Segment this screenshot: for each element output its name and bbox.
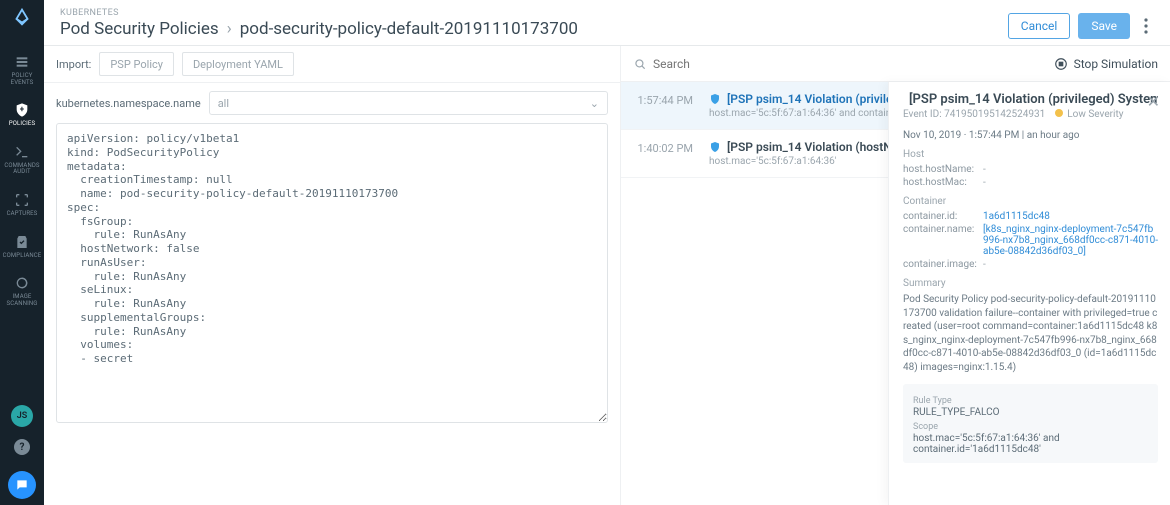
nav-label: POLICY EVENTS	[0, 73, 44, 86]
more-menu-button[interactable]	[1138, 13, 1154, 39]
import-label: Import:	[56, 58, 91, 71]
nav-label: IMAGE SCANNING	[0, 294, 44, 307]
import-row: Import: PSP Policy Deployment YAML	[44, 46, 620, 83]
events-pane: Stop Simulation 1:57:44 PM [PSP psim_14 …	[621, 46, 1170, 505]
help-button[interactable]: ?	[0, 433, 44, 461]
event-time: 1:40:02 PM	[621, 140, 709, 167]
chevron-down-icon: ⌄	[590, 97, 599, 110]
severity-label: Low Severity	[1067, 109, 1123, 120]
import-psp-button[interactable]: PSP Policy	[99, 52, 174, 76]
events-search[interactable]	[633, 52, 1044, 76]
chevron-right-icon: ›	[227, 19, 232, 39]
content-area: KUBERNETES Pod Security Policies › pod-s…	[44, 0, 1170, 505]
section-heading-host: Host	[903, 149, 1158, 160]
nav-label: COMPLIANCE	[3, 253, 42, 260]
detail-title: [PSP psim_14 Violation (privileged) Syst…	[909, 92, 1158, 107]
detail-timestamp: Nov 10, 2019 · 1:57:44 PM | an hour ago	[903, 130, 1158, 141]
stop-icon	[1054, 57, 1068, 71]
event-id: 741950195142524931	[944, 109, 1045, 120]
nav-image-scanning[interactable]: IMAGE SCANNING	[0, 267, 44, 315]
event-time: 1:57:44 PM	[621, 92, 709, 119]
event-id-label: Event ID:	[903, 109, 942, 120]
severity-dot-icon	[1055, 109, 1063, 117]
rule-box: Rule Type RULE_TYPE_FALCO Scope host.mac…	[903, 384, 1158, 463]
breadcrumb: Pod Security Policies › pod-security-pol…	[60, 19, 578, 39]
import-deployment-yaml-button[interactable]: Deployment YAML	[182, 52, 294, 76]
events-toolbar: Stop Simulation	[621, 46, 1170, 82]
namespace-select[interactable]: all ⌄	[209, 91, 608, 115]
chat-launcher[interactable]	[0, 461, 44, 505]
nav-commands-audit[interactable]: COMMANDS AUDIT	[0, 136, 44, 184]
app-sidebar: POLICY EVENTS + POLICIES COMMANDS AUDIT …	[0, 0, 44, 505]
nav-captures[interactable]: CAPTURES	[0, 184, 44, 226]
cancel-button[interactable]: Cancel	[1008, 13, 1071, 39]
summary-text: Pod Security Policy pod-security-policy-…	[903, 293, 1158, 374]
kv-row: container.id:1a6d1115dc48	[903, 211, 1158, 222]
svg-text:+: +	[20, 105, 25, 114]
save-button[interactable]: Save	[1078, 13, 1130, 39]
avatar-initials: JS	[11, 405, 33, 427]
help-icon: ?	[14, 439, 30, 455]
shield-icon	[709, 141, 721, 153]
search-input[interactable]	[653, 57, 1044, 71]
kv-row: container.image:-	[903, 259, 1158, 270]
shield-icon	[709, 93, 721, 105]
nav-label: COMMANDS AUDIT	[0, 163, 44, 176]
scope-heading: Scope	[913, 422, 1148, 432]
namespace-label: kubernetes.namespace.name	[56, 97, 201, 110]
breadcrumb-top: KUBERNETES	[60, 8, 578, 18]
rule-type-value: RULE_TYPE_FALCO	[913, 407, 1148, 418]
event-detail-panel: ✕ [PSP psim_14 Violation (privileged) Sy…	[888, 82, 1170, 505]
section-heading-summary: Summary	[903, 278, 1158, 289]
nav-policies[interactable]: + POLICIES	[0, 94, 44, 136]
yaml-editor[interactable]	[56, 123, 608, 423]
page-title: pod-security-policy-default-201911101737…	[240, 19, 578, 39]
stop-simulation-label: Stop Simulation	[1074, 57, 1158, 71]
namespace-row: kubernetes.namespace.name all ⌄	[44, 83, 620, 123]
scope-value: host.mac='5c:5f:67:a1:64:36' and contain…	[913, 433, 1148, 455]
chat-icon	[8, 471, 36, 499]
kv-row: host.hostMac:-	[903, 177, 1158, 188]
search-icon	[633, 57, 647, 71]
nav-compliance[interactable]: COMPLIANCE	[0, 226, 44, 268]
kv-row: host.hostName:-	[903, 164, 1158, 175]
close-button[interactable]: ✕	[1147, 92, 1160, 111]
kv-row: container.name:[k8s_nginx_nginx-deployme…	[903, 224, 1158, 257]
nav-label: CAPTURES	[7, 211, 38, 218]
stop-simulation-button[interactable]: Stop Simulation	[1054, 57, 1158, 71]
breadcrumb-root[interactable]: Pod Security Policies	[60, 19, 219, 39]
page-header: KUBERNETES Pod Security Policies › pod-s…	[44, 0, 1170, 46]
user-avatar[interactable]: JS	[0, 399, 44, 433]
section-heading-container: Container	[903, 196, 1158, 207]
app-logo-icon	[11, 6, 33, 32]
editor-pane: Import: PSP Policy Deployment YAML kuber…	[44, 46, 621, 505]
nav-policy-events[interactable]: POLICY EVENTS	[0, 46, 44, 94]
namespace-value: all	[218, 97, 229, 110]
rule-type-heading: Rule Type	[913, 396, 1148, 406]
nav-label: POLICIES	[9, 121, 35, 128]
